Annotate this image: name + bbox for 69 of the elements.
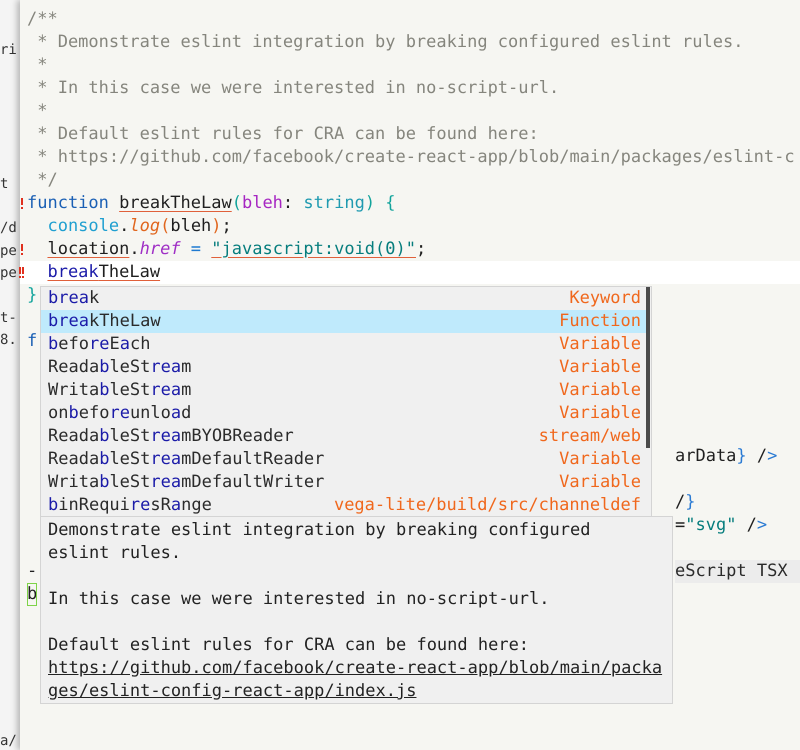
code-token: bleh (242, 192, 283, 215)
code-token: = (190, 238, 202, 261)
code-token: f (27, 330, 38, 353)
code-fragment: pe (0, 264, 18, 283)
code-token: } (736, 445, 747, 468)
code-token: arData (675, 445, 736, 468)
completion-item[interactable]: ReadableStreamBYOBReader stream/web (41, 425, 646, 448)
code-token: ( (160, 215, 170, 238)
code-token: breakTheLaw (119, 192, 232, 215)
code-token: > (767, 445, 778, 468)
code-fragment: pe (0, 242, 18, 261)
code-token: ) (211, 215, 222, 238)
code-fragment: a/ (0, 732, 18, 750)
code-fragment: t (0, 174, 10, 194)
code-token: * (36, 54, 48, 77)
code-token: "javascript:void(0)" (211, 238, 416, 261)
completion-item[interactable]: onbeforeunload Variable (41, 402, 646, 425)
completion-item[interactable]: ReadableStreamDefaultReader Variable (41, 448, 646, 471)
code-token: function (27, 192, 110, 215)
code-token: = (675, 514, 686, 537)
doc-text: Demonstrate eslint integration by breaking configured eslint rules. (48, 519, 592, 565)
code-token: /** (27, 8, 58, 31)
code-token: b (27, 583, 38, 606)
scrollbar-thumb[interactable] (646, 287, 650, 448)
completion-item[interactable]: binRequiresRange vega-lite/build/src/channeldef (41, 494, 646, 517)
code-editor[interactable] (20, 0, 800, 750)
code-token: href (140, 238, 181, 261)
code-token: bleh (170, 215, 212, 238)
code-token: / (675, 491, 686, 514)
completion-item[interactable]: WritableStream Variable (41, 379, 646, 402)
code-token: * Demonstrate eslint integration by breaking configured eslint rules. (36, 31, 744, 54)
completion-item[interactable]: WritableStreamDefaultWriter Variable (41, 471, 646, 494)
code-fragment: t- (0, 308, 18, 328)
code-token: . (119, 215, 130, 238)
doc-text: In this case we were interested in no-script-url. (48, 588, 551, 611)
code-token: * In this case we were interested in no-script-url. (36, 77, 560, 100)
doc-text: Default eslint rules for CRA can be found here: (48, 634, 530, 657)
code-token: } (685, 491, 696, 514)
code-token: */ (36, 169, 58, 192)
completion-item[interactable]: breakTheLaw Function (41, 310, 646, 333)
code-token: / (756, 445, 768, 468)
code-token: > (756, 514, 768, 537)
code-token: console (47, 215, 120, 238)
code-fragment: ri (0, 41, 18, 60)
code-token: TheLaw (98, 261, 160, 284)
code-token: } (27, 284, 38, 307)
code-token: ( (232, 192, 242, 215)
code-token: - (27, 560, 38, 583)
code-token: * Default eslint rules for CRA can be found here: (36, 123, 539, 146)
completion-item[interactable]: beforeEach Variable (41, 333, 646, 356)
code-token: / (746, 514, 757, 537)
completion-item[interactable]: break Keyword (41, 287, 646, 310)
code-token: eScript TSX (675, 560, 800, 583)
code-token: : (282, 192, 294, 215)
code-token: location (47, 238, 130, 261)
code-fragment: 8. (0, 330, 18, 350)
completion-item[interactable]: ReadableStream Variable (41, 356, 646, 379)
code-token: ; (222, 215, 232, 238)
code-token: string (303, 192, 365, 215)
code-token: * (36, 100, 48, 123)
doc-link[interactable]: https://github.com/facebook/create-react-app/blob/main/packages/eslint-config-react-app/index.js (48, 657, 662, 703)
code-token: . (129, 238, 140, 261)
code-fragment: /d (0, 219, 18, 238)
code-token: "svg" (685, 514, 736, 537)
code-token: ; (416, 238, 426, 261)
code-token: log (129, 215, 160, 238)
code-token: break (47, 261, 99, 284)
code-token: ) { (364, 192, 396, 215)
code-token: * https://github.com/facebook/create-react-app/blob/main/packages/eslint-c (36, 146, 795, 169)
